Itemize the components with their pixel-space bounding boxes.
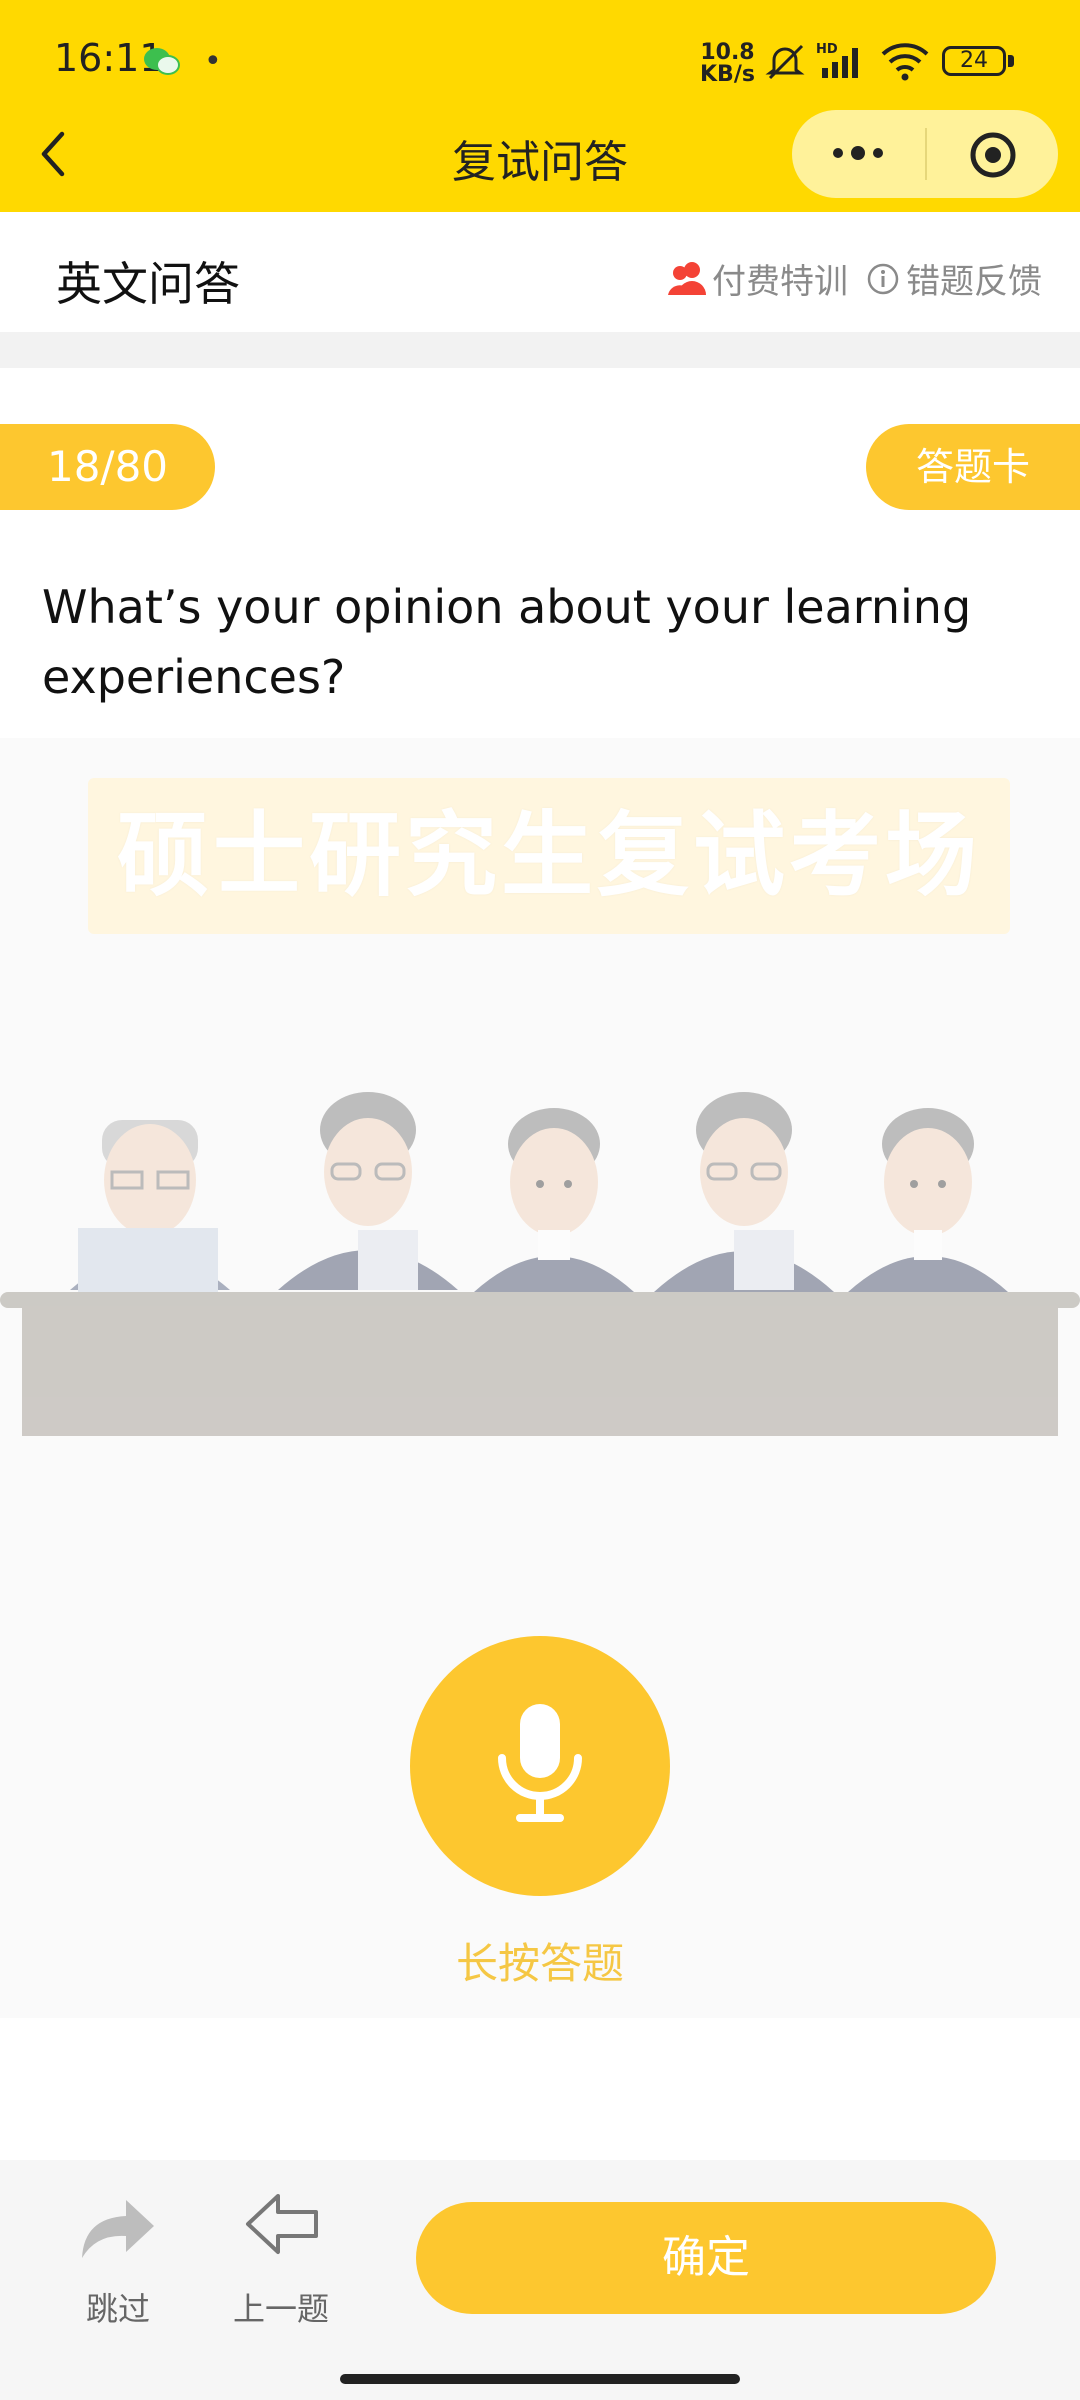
microphone-icon (498, 1704, 582, 1822)
more-dots-icon[interactable] (830, 128, 886, 178)
previous-arrow-icon[interactable] (242, 2190, 322, 2260)
progress-badge: 18/80 (0, 424, 215, 510)
wechat-icon (144, 48, 180, 75)
target-icon[interactable] (968, 130, 1018, 180)
hold-to-answer-label: 长按答题 (455, 1939, 624, 1988)
capsule-divider (925, 128, 927, 180)
confirm-button[interactable]: 确定 (416, 2202, 996, 2314)
section-title: 英文问答 (56, 257, 240, 311)
battery-tip (1008, 55, 1014, 67)
divider (0, 332, 1080, 368)
wifi-icon (881, 43, 929, 81)
battery-icon: 24 (942, 46, 1006, 76)
users-icon (668, 261, 706, 295)
answer-card-button[interactable]: 答题卡 (866, 424, 1080, 510)
interview-panel-illustration (0, 1092, 1080, 1436)
previous-question-button[interactable]: 上一题 (226, 2284, 336, 2330)
skip-arrow-icon[interactable] (74, 2192, 158, 2262)
paid-training-link[interactable]: 付费特训 (668, 254, 848, 303)
question-text: What’s your opinion about your learning … (42, 580, 972, 704)
status-dot: • (204, 44, 222, 79)
home-indicator[interactable] (340, 2374, 740, 2384)
mute-icon (765, 44, 805, 80)
paid-training-label: 付费特训 (712, 262, 848, 302)
feedback-link[interactable]: 错题反馈 (866, 254, 1042, 303)
network-speed: 10.8 KB/s (700, 42, 755, 86)
network-speed-unit: KB/s (700, 62, 755, 87)
svg-text:HD: HD (816, 42, 838, 57)
network-speed-value: 10.8 (700, 40, 755, 65)
feedback-label: 错题反馈 (906, 262, 1042, 302)
info-icon (867, 263, 899, 294)
skip-button[interactable]: 跳过 (70, 2284, 166, 2330)
signal-icon: HD (816, 42, 858, 78)
scene-banner: 硕士研究生复试考场 (88, 778, 1010, 934)
